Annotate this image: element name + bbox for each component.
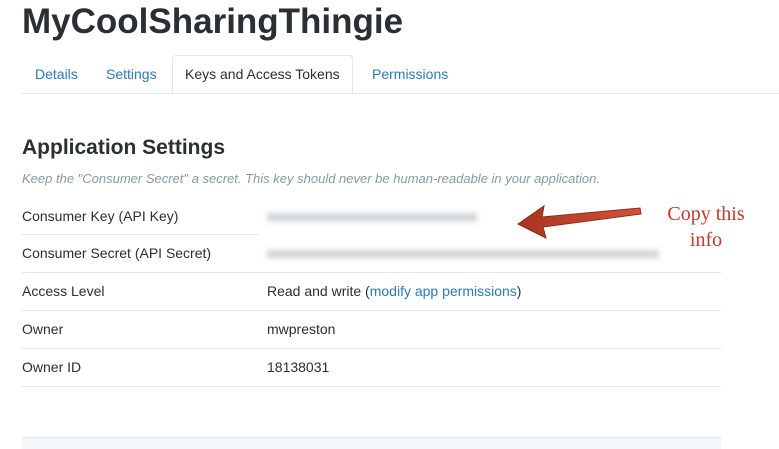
consumer-key-blurred: xxxxxxxxxxxxxxxxxxxxxxxxxxxxxx	[267, 208, 477, 224]
annotation-arrow-icon	[517, 204, 642, 239]
consumer-key-label: Consumer Key (API Key)	[22, 208, 179, 224]
owner-id-row: Owner ID 18138031	[22, 349, 721, 387]
access-level-close-paren: )	[516, 283, 522, 299]
annotation-line-2: info	[689, 229, 723, 251]
tab-details[interactable]: Details	[35, 55, 78, 93]
tab-settings[interactable]: Settings	[106, 55, 157, 93]
annotation-text: Copy this info	[651, 201, 761, 253]
consumer-secret-label: Consumer Secret (API Secret)	[22, 245, 212, 261]
tab-keys-and-access-tokens[interactable]: Keys and Access Tokens	[172, 55, 353, 93]
section-title: Application Settings	[22, 136, 226, 159]
access-level-value: Read and write (modify app permissions)	[267, 273, 521, 310]
owner-label: Owner	[22, 321, 64, 337]
owner-id-value: 18138031	[267, 359, 330, 375]
access-level-label: Access Level	[22, 283, 105, 299]
tab-bar: Details Settings Keys and Access Tokens …	[22, 55, 779, 94]
access-level-open-paren: (	[361, 283, 370, 299]
owner-id-label: Owner ID	[22, 359, 82, 375]
tab-permissions[interactable]: Permissions	[372, 55, 448, 93]
access-level-text: Read and write	[267, 283, 362, 299]
bottom-panel	[22, 437, 721, 449]
app-title: MyCoolSharingThingie	[22, 2, 404, 41]
access-level-row: Access Level Read and write (modify app …	[22, 273, 721, 311]
section-hint: Keep the "Consumer Secret" a secret. Thi…	[22, 171, 600, 186]
owner-value: mwpreston	[267, 321, 336, 337]
modify-app-permissions-link[interactable]: modify app permissions	[370, 283, 517, 299]
owner-row: Owner mwpreston	[22, 311, 721, 349]
consumer-key-value[interactable]: xxxxxxxxxxxxxxxxxxxxxxxxxxxxxx	[267, 198, 477, 235]
annotation-line-1: Copy this	[667, 203, 745, 225]
